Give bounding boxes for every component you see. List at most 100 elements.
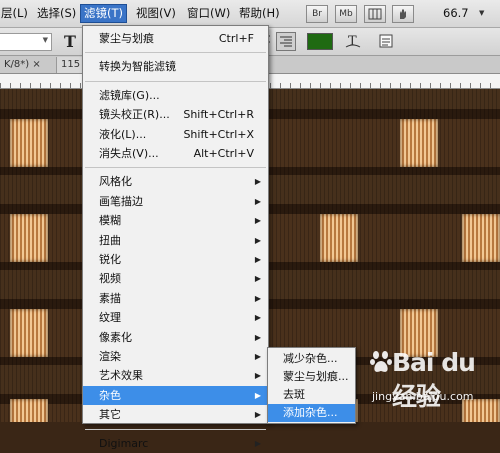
menu-5[interactable]: 帮助(H) [236, 5, 283, 22]
submenu-arrow-icon: ▶ [254, 313, 261, 323]
filter-menu-item[interactable]: 杂色 ▶ [83, 385, 268, 405]
menu-item-label: 去斑 [283, 388, 305, 401]
submenu-arrow-icon: ▶ [254, 390, 261, 400]
grid-icon [368, 8, 382, 20]
menu-item-label: 素描 [99, 291, 121, 305]
filter-menu-item[interactable]: 渲染 ▶ [83, 347, 268, 366]
filter-menu-item[interactable]: 像素化 ▶ [83, 328, 268, 347]
submenu-arrow-icon: ▶ [254, 410, 261, 420]
chevron-down-icon[interactable]: ▼ [43, 36, 48, 44]
menu-1[interactable]: 选择(S) [34, 5, 79, 22]
watermark-brand: Bai du 经验 [392, 348, 476, 411]
menu-item-label: 像素化 [99, 330, 132, 344]
filter-menu-item[interactable]: 消失点(V)... Alt+Ctrl+V [83, 144, 268, 163]
menu-item-label: 视频 [99, 272, 121, 286]
menu-item-shortcut: Alt+Ctrl+V [193, 147, 254, 160]
menu-item-label: 减少杂色... [283, 352, 338, 365]
noise-submenu: 减少杂色... 蒙尘与划痕... 去斑添加杂色... [267, 347, 356, 424]
menu-separator [85, 80, 266, 82]
menu-4[interactable]: 窗口(W) [184, 5, 233, 22]
zoom-level[interactable]: 66.7 [440, 5, 472, 22]
submenu-arrow-icon: ▶ [254, 332, 261, 342]
menu-item-label: 渲染 [99, 350, 121, 363]
noise-submenu-item[interactable]: 添加杂色... [268, 404, 355, 422]
menu-item-label: 杂色 [99, 388, 121, 402]
submenu-arrow-icon: ▶ [254, 352, 261, 361]
filter-menu-item[interactable]: 艺术效果 ▶ [83, 366, 268, 385]
filter-menu-item[interactable]: 其它 ▶ [83, 405, 268, 424]
menu-item-label: 锐化 [99, 253, 121, 266]
character-panel-icon[interactable] [378, 33, 394, 49]
menu-separator [85, 428, 266, 430]
filter-menu-item[interactable]: 风格化 ▶ [83, 172, 268, 191]
menu-item-shortcut: Ctrl+F [218, 32, 254, 45]
submenu-arrow-icon: ▶ [254, 371, 261, 381]
menu-separator [85, 52, 266, 54]
baidu-jingyan-watermark: Bai du 经验 jingyan.baidu.com [364, 340, 500, 422]
menu-item-label: 液化(L)... [99, 127, 147, 141]
menu-item-label: Digimarc [99, 436, 149, 450]
filter-menu-item[interactable]: 扭曲 ▶ [83, 231, 268, 250]
view-extras-button[interactable] [364, 5, 386, 23]
submenu-arrow-icon: ▶ [254, 196, 261, 206]
menu-separator [85, 167, 266, 169]
noise-submenu-item[interactable]: 蒙尘与划痕... [268, 368, 355, 386]
filter-menu-item[interactable]: 模糊 ▶ [83, 211, 268, 230]
submenu-arrow-icon: ▶ [254, 274, 261, 284]
align-right-icon [280, 36, 292, 47]
filter-menu-item[interactable]: 纹理 ▶ [83, 308, 268, 327]
menu-item-label: 添加杂色... [283, 406, 338, 419]
font-family-field[interactable]: ▼ [0, 33, 52, 51]
warp-text-icon[interactable]: T [344, 32, 362, 50]
noise-submenu-item[interactable]: 去斑 [268, 386, 355, 404]
zoom-dropdown-icon[interactable]: ▼ [479, 9, 484, 17]
text-color-swatch[interactable] [307, 33, 333, 50]
weave-tile [10, 119, 48, 167]
menu-item-label: 模糊 [99, 214, 121, 228]
filter-menu-item[interactable]: 滤镜库(G)... [83, 86, 268, 105]
filter-menu-item[interactable]: 镜头校正(R)... Shift+Ctrl+R [83, 105, 268, 124]
menu-item-shortcut: Shift+Ctrl+R [183, 108, 254, 122]
menu-item-label: 消失点(V)... [99, 147, 159, 160]
submenu-arrow-icon: ▶ [254, 216, 261, 226]
filter-menu-item[interactable]: 素描 ▶ [83, 289, 268, 308]
submenu-arrow-icon: ▶ [254, 177, 261, 187]
menu-item-label: 画笔描边 [99, 194, 143, 208]
filter-menu-item[interactable]: Digimarc ▶ [83, 434, 268, 453]
align-right-button[interactable] [276, 32, 296, 51]
weave-tile [320, 214, 358, 262]
mini-bridge-button[interactable]: Mb [335, 5, 357, 23]
text-orientation-icon[interactable]: T [64, 32, 76, 51]
weave-tile [400, 119, 438, 167]
filter-menu: 蒙尘与划痕 Ctrl+F 转换为智能滤镜 滤镜库(G)... 镜头校正(R)... Shi… [82, 25, 269, 450]
submenu-arrow-icon: ▶ [254, 235, 261, 245]
hand-tool-button[interactable] [392, 5, 414, 23]
noise-submenu-item[interactable]: 减少杂色... [268, 350, 355, 368]
filter-menu-item[interactable]: 转换为智能滤镜 [83, 57, 268, 76]
watermark-url: jingyan.baidu.com [372, 390, 474, 403]
menu-item-label: 蒙尘与划痕 [99, 32, 154, 45]
hand-icon [400, 9, 406, 19]
submenu-arrow-icon: ▶ [254, 293, 261, 303]
weave-tile [10, 309, 48, 357]
menu-item-label: 蒙尘与划痕... [283, 370, 349, 383]
document-tab[interactable]: K/8*) × [0, 57, 45, 73]
menu-item-label: 滤镜库(G)... [99, 88, 160, 102]
weave-tile [10, 399, 48, 422]
menu-item-label: 转换为智能滤镜 [99, 60, 176, 74]
bridge-button[interactable]: Br [306, 5, 328, 23]
menu-item-shortcut: Shift+Ctrl+X [183, 127, 254, 141]
menu-item-label: 纹理 [99, 311, 121, 325]
document-tab-number[interactable]: 115 [56, 57, 85, 73]
filter-menu-item[interactable]: 蒙尘与划痕 Ctrl+F [83, 29, 268, 48]
menu-item-label: 其它 [99, 408, 121, 422]
filter-menu-item[interactable]: 液化(L)... Shift+Ctrl+X [83, 125, 268, 144]
menu-2[interactable]: 滤镜(T) [80, 4, 127, 23]
filter-menu-item[interactable]: 锐化 ▶ [83, 250, 268, 269]
menu-0[interactable]: 层(L) [0, 5, 31, 22]
filter-menu-item[interactable]: 画笔描边 ▶ [83, 192, 268, 211]
filter-menu-item[interactable]: 视频 ▶ [83, 269, 268, 288]
menu-item-label: 风格化 [99, 175, 132, 189]
menu-3[interactable]: 视图(V) [133, 5, 179, 22]
weave-tile [10, 214, 48, 262]
